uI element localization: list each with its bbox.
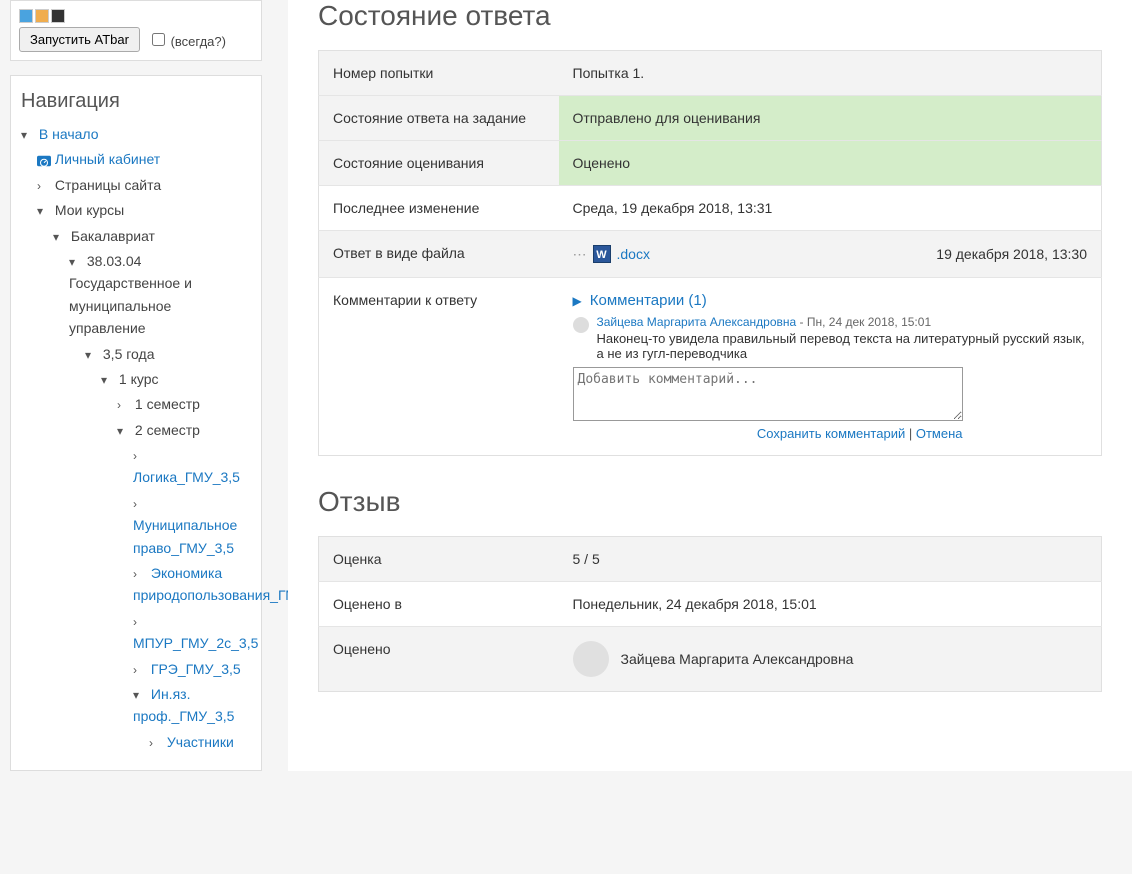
expand-icon[interactable]: ▾ xyxy=(101,371,113,390)
table-row: Оценено Зайцева Маргарита Александровна xyxy=(319,627,1102,692)
table-row: Состояние оценивания Оценено xyxy=(319,141,1102,186)
nav-sem1[interactable]: 1 семестр xyxy=(135,396,200,412)
expand-icon[interactable]: › xyxy=(149,734,161,753)
attempt-number-value: Попытка 1. xyxy=(559,51,1102,96)
submission-status-heading: Состояние ответа xyxy=(318,0,1102,32)
nav-subj-mpur[interactable]: МПУР_ГМУ_2с_3,5 xyxy=(133,635,258,651)
nav-bachelor[interactable]: Бакалавриат xyxy=(71,228,155,244)
submission-status-value: Отправлено для оценивания xyxy=(559,96,1102,141)
nav-subj-inyaz[interactable]: Ин.яз. проф._ГМУ_3,5 xyxy=(133,686,234,724)
cancel-comment-link[interactable]: Отмена xyxy=(916,426,963,441)
grading-status-label: Состояние оценивания xyxy=(319,141,559,186)
expand-icon[interactable]: › xyxy=(133,613,145,632)
atbar-always-checkbox[interactable] xyxy=(152,33,165,46)
dashboard-icon xyxy=(37,155,51,167)
expand-icon[interactable]: ▾ xyxy=(53,228,65,247)
submitted-file-link[interactable]: .docx xyxy=(617,246,650,262)
nav-my-courses[interactable]: Мои курсы xyxy=(55,202,124,218)
comment-author-link[interactable]: Зайцева Маргарита Александровна xyxy=(597,315,797,329)
navigation-title: Навигация xyxy=(21,90,251,113)
expand-icon[interactable]: › xyxy=(133,661,145,680)
expand-icon[interactable]: ▾ xyxy=(117,422,129,441)
grade-value: 5 / 5 xyxy=(559,537,1102,582)
table-row: Последнее изменение Среда, 19 декабря 20… xyxy=(319,186,1102,231)
nav-sem2[interactable]: 2 семестр xyxy=(135,422,200,438)
nav-program[interactable]: 38.03.04 Государственное и муниципальное… xyxy=(69,253,192,336)
expand-icon[interactable]: › xyxy=(133,565,145,584)
feedback-heading: Отзыв xyxy=(318,486,1102,518)
file-submission-label: Ответ в виде файла xyxy=(319,231,559,278)
nav-dashboard[interactable]: Личный кабинет xyxy=(55,151,160,167)
word-icon: W xyxy=(593,245,611,263)
submitted-file-date: 19 декабря 2018, 13:30 xyxy=(936,246,1087,262)
expand-icon[interactable]: › xyxy=(133,495,145,514)
submission-status-label: Состояние ответа на задание xyxy=(319,96,559,141)
table-row: Номер попытки Попытка 1. xyxy=(319,51,1102,96)
nav-course1[interactable]: 1 курс xyxy=(119,371,159,387)
table-row: Ответ в виде файла ⋯ W .docx 19 декабря … xyxy=(319,231,1102,278)
feedback-table: Оценка 5 / 5 Оценено в Понедельник, 24 д… xyxy=(318,536,1102,692)
comment-date: Пн, 24 дек 2018, 15:01 xyxy=(807,315,931,329)
table-row: Оценено в Понедельник, 24 декабря 2018, … xyxy=(319,582,1102,627)
comments-toggle-link[interactable]: Комментарии (1) xyxy=(590,292,707,309)
expand-icon[interactable]: ▾ xyxy=(133,686,145,705)
submitted-file[interactable]: ⋯ W .docx xyxy=(573,245,650,263)
expand-icon[interactable]: ▾ xyxy=(21,126,33,145)
nav-subj-gre[interactable]: ГРЭ_ГМУ_3,5 xyxy=(151,661,241,677)
nav-subj-pravo[interactable]: Муниципальное право_ГМУ_3,5 xyxy=(133,517,237,555)
nav-site-pages[interactable]: Страницы сайта xyxy=(55,177,161,193)
comments-label: Комментарии к ответу xyxy=(319,278,559,456)
save-comment-link[interactable]: Сохранить комментарий xyxy=(757,426,905,441)
expand-icon[interactable]: › xyxy=(37,177,49,196)
grading-status-value: Оценено xyxy=(559,141,1102,186)
last-modified-label: Последнее изменение xyxy=(319,186,559,231)
graded-on-value: Понедельник, 24 декабря 2018, 15:01 xyxy=(559,582,1102,627)
nav-participants[interactable]: Участники xyxy=(167,734,234,750)
avatar-icon xyxy=(573,641,609,677)
atbar-icon[interactable] xyxy=(35,9,49,23)
comment-text: Наконец-то увидела правильный перевод те… xyxy=(597,331,1088,361)
expand-icon[interactable]: ▾ xyxy=(37,202,49,221)
nav-years[interactable]: 3,5 года xyxy=(103,346,155,362)
graded-by-value: Зайцева Маргарита Александровна xyxy=(621,651,854,667)
graded-on-label: Оценено в xyxy=(319,582,559,627)
expand-icon[interactable]: ▾ xyxy=(69,253,81,272)
submission-status-table: Номер попытки Попытка 1. Состояние ответ… xyxy=(318,50,1102,456)
atbar-always-label[interactable]: (всегда?) xyxy=(148,30,226,49)
graded-by-label: Оценено xyxy=(319,627,559,692)
table-row: Комментарии к ответу ▶ Комментарии (1) З… xyxy=(319,278,1102,456)
chevron-right-icon[interactable]: ▶ xyxy=(573,294,582,308)
expand-icon[interactable]: ▾ xyxy=(85,346,97,365)
expand-icon[interactable]: › xyxy=(133,447,145,466)
add-comment-input[interactable] xyxy=(573,367,963,421)
expand-icon[interactable]: › xyxy=(117,396,129,415)
table-row: Оценка 5 / 5 xyxy=(319,537,1102,582)
atbar-block: Запустить ATbar (всегда?) xyxy=(10,0,262,61)
grade-label: Оценка xyxy=(319,537,559,582)
atbar-icons xyxy=(19,9,253,23)
nav-tree: ▾ В начало Личный кабинет › Страницы сай… xyxy=(21,123,251,753)
nav-subj-logic[interactable]: Логика_ГМУ_3,5 xyxy=(133,469,240,485)
nav-home[interactable]: В начало xyxy=(39,126,99,142)
comment-item: Зайцева Маргарита Александровна - Пн, 24… xyxy=(573,315,1088,361)
attempt-number-label: Номер попытки xyxy=(319,51,559,96)
last-modified-value: Среда, 19 декабря 2018, 13:31 xyxy=(559,186,1102,231)
atbar-icon[interactable] xyxy=(19,9,33,23)
atbar-launch-button[interactable]: Запустить ATbar xyxy=(19,27,140,52)
atbar-icon[interactable] xyxy=(51,9,65,23)
navigation-block: Навигация ▾ В начало Личный кабинет › Ст… xyxy=(10,75,262,771)
table-row: Состояние ответа на задание Отправлено д… xyxy=(319,96,1102,141)
avatar-icon xyxy=(573,317,589,333)
